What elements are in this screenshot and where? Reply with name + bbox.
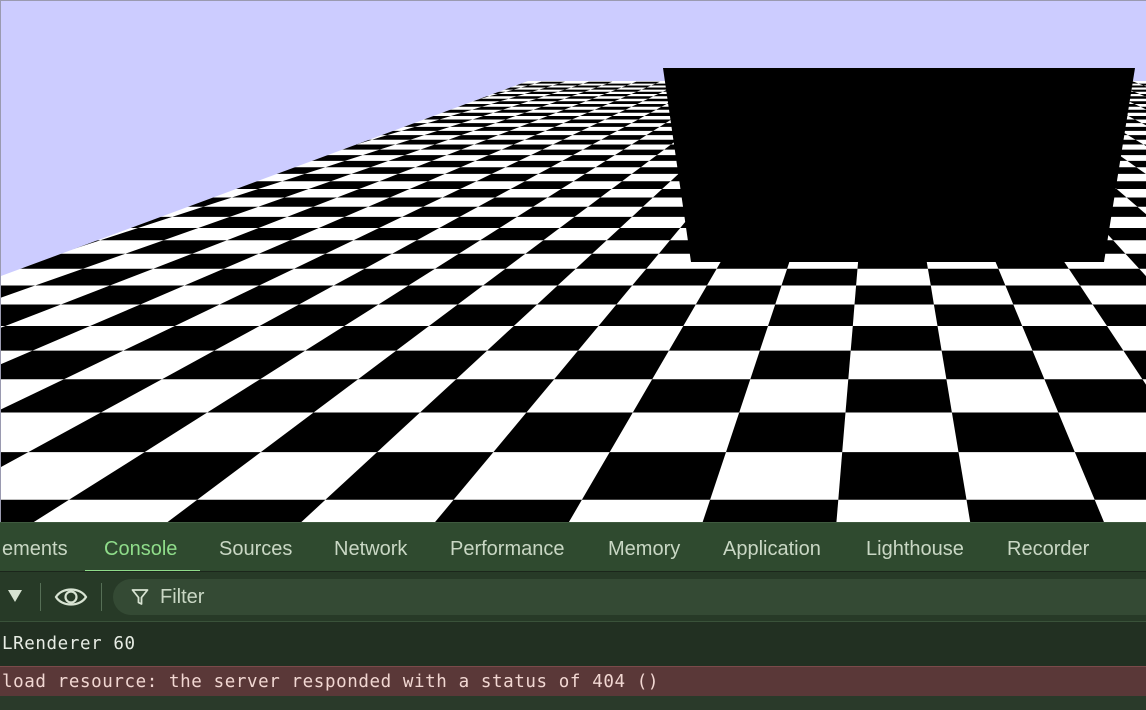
floor-tile-dark	[854, 285, 934, 305]
console-bottom-area	[0, 696, 1146, 710]
toolbar-divider	[101, 583, 102, 611]
black-wall	[663, 68, 1135, 262]
eye-icon[interactable]	[54, 583, 88, 611]
toolbar-divider	[40, 583, 41, 611]
floor-tile-dark	[631, 139, 678, 145]
floor-tile-dark	[933, 304, 1023, 326]
floor-tile-dark	[631, 119, 672, 124]
floor-tile-dark	[631, 91, 663, 94]
devtools-panel: ements Console Sources Network Performan…	[0, 522, 1146, 710]
floor-tile-dark	[631, 104, 667, 107]
floor-tile-dark	[750, 350, 851, 380]
console-message-info: LRenderer 60	[0, 622, 1146, 666]
filter-input[interactable]: Filter	[113, 579, 1146, 615]
tab-lighthouse[interactable]: Lighthouse	[866, 523, 964, 571]
floor-tile-dark	[632, 379, 751, 413]
floor-tile-dark	[951, 412, 1075, 453]
floor-tile-dark	[927, 268, 1006, 286]
tab-performance[interactable]: Performance	[450, 523, 565, 571]
tab-network[interactable]: Network	[334, 523, 407, 571]
floor-tile-dark	[838, 452, 967, 500]
floor-tile-dark	[1005, 285, 1093, 305]
floor-tile-dark	[668, 326, 768, 351]
tab-memory[interactable]: Memory	[608, 523, 680, 571]
tab-console[interactable]: Console	[104, 523, 177, 571]
floor-tile-dark	[1044, 379, 1146, 413]
dropdown-arrow-icon[interactable]	[8, 590, 22, 602]
filter-placeholder: Filter	[160, 586, 205, 608]
devtools-tab-bar: ements Console Sources Network Performan…	[0, 522, 1146, 572]
console-messages: LRenderer 60 load resource: the server r…	[0, 622, 1146, 710]
floor-tile-dark	[941, 350, 1045, 380]
webgl-canvas[interactable]	[0, 0, 1146, 522]
console-message-error: load resource: the server responded with…	[0, 666, 1146, 696]
floor-tile-dark	[768, 304, 855, 326]
tab-application[interactable]: Application	[723, 523, 821, 571]
tab-sources[interactable]: Sources	[219, 523, 292, 571]
floor-tile-dark	[618, 109, 657, 113]
floor-tile-dark	[617, 126, 660, 131]
floor-tile-dark	[850, 326, 942, 351]
floor-tile-dark	[614, 149, 665, 156]
tab-recorder[interactable]: Recorder	[1007, 523, 1089, 571]
floor-tile-dark	[845, 379, 952, 413]
floor-tile-dark	[1068, 268, 1146, 286]
tab-elements[interactable]: ements	[2, 523, 68, 571]
floor-tile-dark	[695, 285, 782, 305]
floor-tile-dark	[620, 96, 654, 99]
console-toolbar: Filter	[0, 572, 1146, 622]
floor-tile-dark	[1022, 326, 1124, 351]
filter-icon	[131, 589, 149, 605]
floor-tile-dark	[621, 85, 652, 88]
floor-tile-dark	[726, 412, 846, 453]
floor-tile-dark	[631, 81, 660, 84]
floor-tile-dark	[781, 268, 858, 286]
floor-tile-dark	[610, 89, 642, 92]
scene-render	[1, 1, 1146, 522]
floor-tile-dark	[632, 268, 717, 286]
floor-tile-dark	[690, 499, 839, 522]
